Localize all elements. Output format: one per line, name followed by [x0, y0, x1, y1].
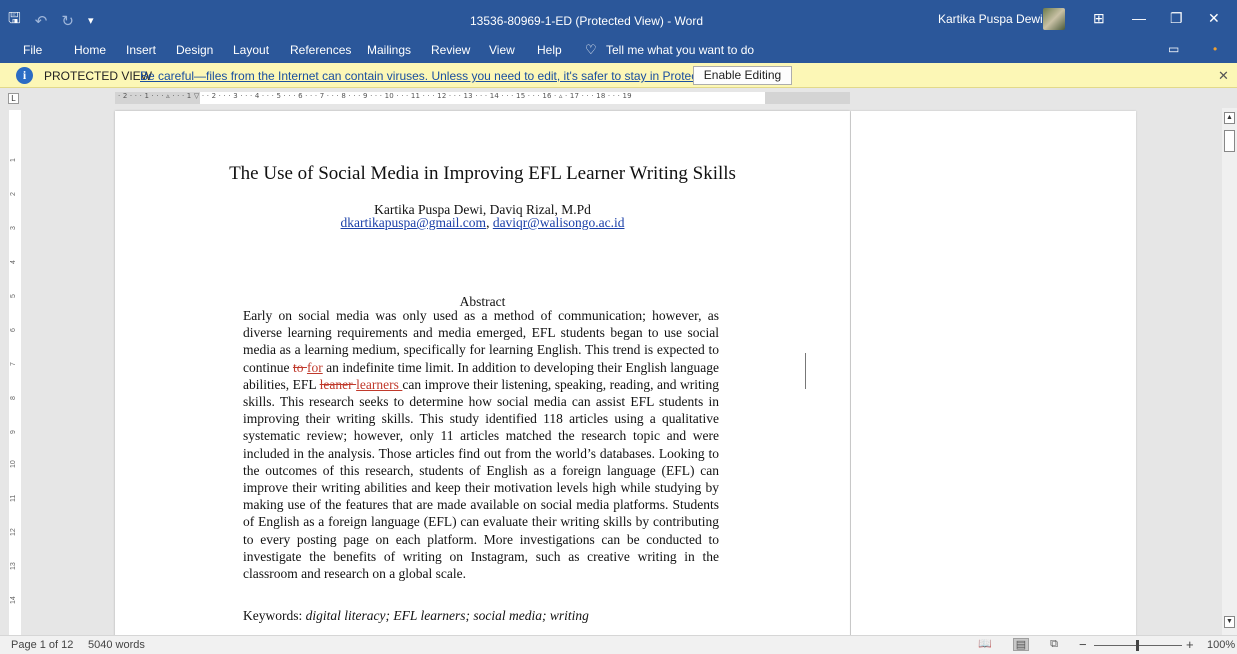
zoom-in-icon[interactable]: +	[1186, 637, 1194, 652]
scroll-down-icon[interactable]: ▼	[1224, 616, 1235, 628]
comments-icon[interactable]: ▭	[1168, 42, 1179, 56]
tab-help[interactable]: Help	[537, 43, 562, 57]
undo-icon[interactable]: ↶	[35, 12, 48, 30]
text-cursor	[805, 353, 806, 389]
protected-view-bar: i PROTECTED VIEW Be careful—files from t…	[0, 63, 1237, 88]
close-icon[interactable]: ✕	[1208, 10, 1220, 27]
save-icon[interactable]: 🖫	[8, 8, 21, 33]
status-bar: Page 1 of 12 5040 words 📖 ▤ ⧉ − + 100%	[0, 635, 1237, 654]
tab-layout[interactable]: Layout	[233, 43, 269, 57]
info-icon: i	[16, 67, 33, 84]
restore-icon[interactable]: ❐	[1170, 10, 1183, 27]
close-icon[interactable]: ✕	[1218, 68, 1229, 84]
tab-insert[interactable]: Insert	[126, 43, 156, 57]
tell-me-search[interactable]: Tell me what you want to do	[606, 43, 754, 57]
ruler-row: L · 2 · · · 1 · · · ▵ · · · 1 ▽ · · 2 · …	[0, 88, 1237, 108]
lightbulb-icon: ♡	[585, 42, 597, 57]
customize-qat-icon[interactable]: ▾	[88, 14, 94, 27]
tab-mailings[interactable]: Mailings	[367, 43, 411, 57]
redo-icon[interactable]: ↻	[61, 12, 74, 30]
tab-selector[interactable]: L	[8, 93, 19, 104]
user-name[interactable]: Kartika Puspa Dewi	[938, 12, 1043, 26]
web-layout-icon[interactable]: ⧉	[1046, 638, 1062, 651]
title-bar: 🖫 ↶ ↻ ▾ 13536-80969-1-ED (Protected View…	[0, 0, 1237, 39]
deleted-text: to	[292, 359, 307, 375]
email-link[interactable]: daviqr@walisongo.ac.id	[493, 215, 625, 230]
tab-references[interactable]: References	[290, 43, 351, 57]
vertical-scrollbar[interactable]: ▲ ▼	[1222, 108, 1237, 635]
inserted-text: for	[306, 359, 323, 375]
author-emails: dkartikapuspa@gmail.com, daviqr@walisong…	[340, 215, 625, 230]
read-mode-icon[interactable]: 📖	[977, 638, 993, 651]
print-layout-icon[interactable]: ▤	[1013, 638, 1029, 651]
share-icon[interactable]: •	[1213, 42, 1217, 56]
zoom-slider-thumb[interactable]	[1136, 640, 1139, 651]
document-title: The Use of Social Media in Improving EFL…	[229, 163, 736, 184]
scroll-up-icon[interactable]: ▲	[1224, 112, 1235, 124]
keywords: Keywords: digital literacy; EFL learners…	[243, 608, 589, 623]
enable-editing-button[interactable]: Enable Editing	[693, 66, 792, 85]
markup-pane	[851, 111, 1136, 635]
ruler-ticks: · 2 · · · 1 · · · ▵ · · · 1 ▽ · · 2 · · …	[118, 92, 632, 100]
tab-view[interactable]: View	[489, 43, 515, 57]
scroll-thumb[interactable]	[1224, 130, 1235, 152]
protected-view-message-link[interactable]: Be careful—files from the Internet can c…	[140, 69, 746, 83]
minimize-icon[interactable]: —	[1132, 10, 1146, 26]
ribbon-display-options-icon[interactable]: ⊞	[1093, 10, 1105, 27]
zoom-out-icon[interactable]: −	[1079, 637, 1087, 652]
word-count[interactable]: 5040 words	[88, 639, 145, 651]
protected-view-label: PROTECTED VIEW	[44, 69, 153, 83]
document-page[interactable]: The Use of Social Media in Improving EFL…	[115, 111, 850, 635]
window-title: 13536-80969-1-ED (Protected View) - Word	[470, 14, 704, 28]
email-link[interactable]: dkartikapuspa@gmail.com	[341, 215, 487, 230]
vertical-ruler[interactable]: 1 2 3 4 5 6 7 8 9 10 11 12 13 14	[9, 110, 21, 635]
tab-file[interactable]: File	[23, 43, 42, 57]
zoom-level[interactable]: 100%	[1207, 639, 1235, 651]
abstract-paragraph[interactable]: Early on social media was only used as a…	[243, 307, 719, 582]
deleted-text: leaner	[319, 376, 357, 392]
tab-design[interactable]: Design	[176, 43, 213, 57]
tab-review[interactable]: Review	[431, 43, 470, 57]
quick-access-toolbar: 🖫 ↶ ↻ ▾	[8, 8, 93, 33]
page-count[interactable]: Page 1 of 12	[11, 639, 73, 651]
tab-home[interactable]: Home	[74, 43, 106, 57]
inserted-text: learners	[356, 376, 403, 392]
avatar[interactable]	[1043, 8, 1065, 30]
ribbon-tabs: File Home Insert Design Layout Reference…	[0, 39, 1237, 63]
document-canvas[interactable]: The Use of Social Media in Improving EFL…	[30, 108, 1220, 635]
